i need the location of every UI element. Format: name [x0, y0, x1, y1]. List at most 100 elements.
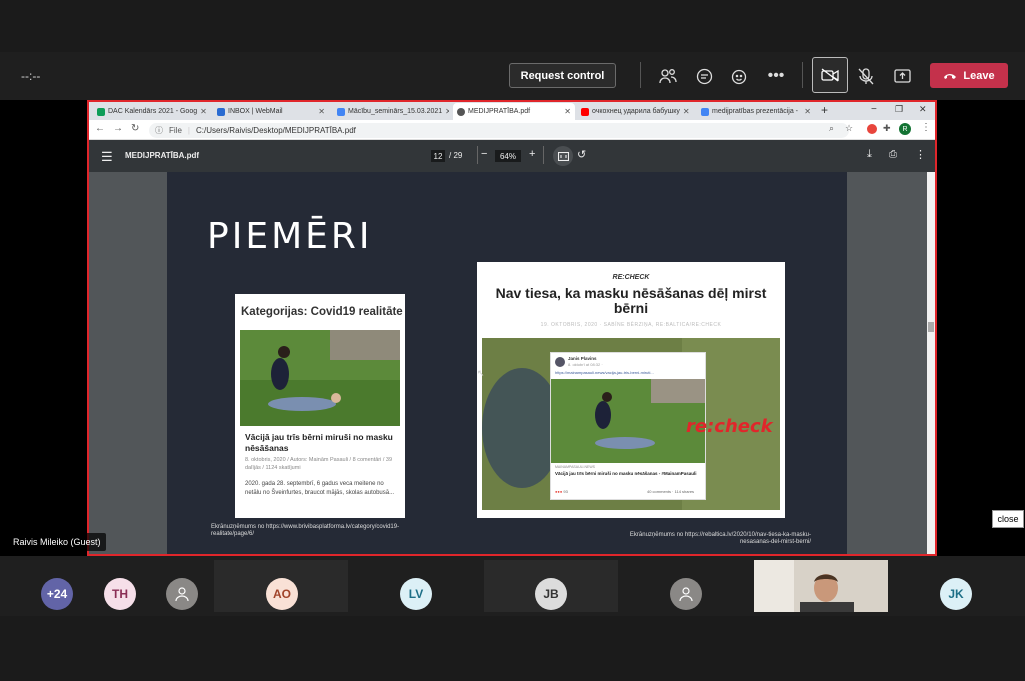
mouse-cursor-icon: ↖	[477, 368, 485, 378]
tab-close-icon[interactable]: ✕	[318, 107, 325, 116]
toolbar-divider	[477, 146, 478, 164]
phone-hangup-icon	[944, 73, 957, 79]
sheets-icon	[97, 107, 105, 116]
participant-avatar[interactable]: AO	[266, 578, 298, 610]
page-number-input[interactable]: 12	[431, 150, 445, 162]
news-photo-left	[240, 330, 400, 426]
tab-close-icon[interactable]: ✕	[683, 107, 690, 116]
url-input[interactable]: ⓘ File | C:/Users/Raivis/Desktop/MEDIJPR…	[149, 123, 849, 138]
slide-heading: PIEMĒRI	[207, 216, 373, 257]
minimize-icon[interactable]: −	[871, 104, 877, 115]
tab-label: DAC Kalendārs 2021 - Goog	[108, 108, 198, 115]
participant-avatar[interactable]: TH	[104, 578, 136, 610]
pdf-scrollbar[interactable]	[927, 172, 935, 554]
toolbar-divider	[802, 62, 803, 88]
article-headline-right: Nav tiesa, ka masku nēsāšanas dēļ mirst …	[495, 285, 767, 316]
leave-button[interactable]: Leave	[930, 63, 1008, 88]
bookmark-star-icon[interactable]: ☆	[845, 123, 853, 134]
reactions-icon[interactable]	[728, 64, 752, 88]
tab-label: Mācību_seminārs_15.03.2021	[348, 108, 443, 115]
reload-icon[interactable]: ↻	[131, 123, 139, 134]
rotate-icon[interactable]: ↺	[577, 148, 586, 161]
zoom-in-button[interactable]: +	[529, 148, 535, 160]
category-title: Kategorijas: Covid19 realitāte	[241, 306, 403, 318]
post-link: https://mainampasauli.news/vacija-jau-tr…	[555, 370, 654, 375]
tab-label: MEDIJPRATĪBA.pdf	[468, 108, 531, 115]
post-author: Janis Plavins	[568, 356, 597, 361]
post-time: 8. oktobrī at 08:32 ·	[568, 362, 603, 367]
presenter-name-label: Raivis Mileiko (Guest)	[8, 533, 106, 551]
tab-3[interactable]: Mācību_seminārs_15.03.2021✕	[333, 103, 449, 120]
tab-2[interactable]: INBOX | WebMail ✕	[213, 103, 329, 120]
info-icon: ⓘ	[155, 126, 163, 135]
participant-avatar[interactable]: LV	[400, 578, 432, 610]
article-byline: 19. OKTOBRIS, 2020 · SABĪNE BĒRZIŅA, RE:…	[540, 322, 722, 328]
participant-avatar[interactable]: JB	[535, 578, 567, 610]
more-options-icon[interactable]: •••	[764, 64, 788, 88]
pdf-toolbar: ☰ MEDIJPRATĪBA.pdf 12 / 29 − 64% + ↺ ⤓ ⎙…	[89, 140, 935, 172]
tab-4-active[interactable]: MEDIJPRATĪBA.pdf ✕	[453, 103, 575, 120]
facebook-screenshot-image: Janis Plavins 8. oktobrī at 08:32 · http…	[482, 338, 780, 510]
tab-close-icon[interactable]: ✕	[200, 107, 207, 116]
forward-icon[interactable]: →	[113, 123, 123, 134]
chat-icon[interactable]	[692, 64, 716, 88]
participants-icon[interactable]	[656, 64, 680, 88]
tab-label: medijpratības prezentācija -	[712, 108, 798, 115]
tab-label: INBOX | WebMail	[228, 108, 283, 115]
pdf-filename: MEDIJPRATĪBA.pdf	[125, 151, 200, 160]
post-text: Vācijā jau trīs bērni miruši no masku nē…	[555, 471, 697, 476]
brand-label: RE:CHECK	[612, 274, 650, 281]
screenshot-card-left: Kategorijas: Covid19 realitāte Vācijā ja…	[235, 294, 405, 518]
page-total: / 29	[449, 151, 463, 160]
participant-avatar[interactable]	[166, 578, 198, 610]
globe-icon	[457, 107, 465, 116]
search-icon[interactable]: ⌕	[829, 123, 834, 134]
maximize-icon[interactable]: ❐	[895, 104, 903, 115]
hamburger-menu-icon[interactable]: ☰	[101, 149, 113, 165]
print-icon[interactable]: ⎙	[889, 149, 897, 160]
shared-browser-window[interactable]: DAC Kalendārs 2021 - Goog ✕ INBOX | WebMa…	[87, 100, 937, 556]
tab-5[interactable]: очкохнец ударила бабушку ✕	[577, 103, 693, 120]
participant-avatar[interactable]: JK	[940, 578, 972, 610]
slides-icon	[701, 107, 709, 116]
profile-avatar[interactable]: R	[899, 123, 911, 135]
fit-page-icon[interactable]	[553, 146, 573, 166]
window-close-icon[interactable]: ✕	[919, 104, 927, 115]
source-caption-right: Ekrānuzņēmums no https://rebaltica.lv/20…	[629, 532, 811, 545]
pdf-more-icon[interactable]: ⋮	[915, 148, 926, 161]
scrollbar-thumb[interactable]	[928, 322, 934, 332]
person-icon	[679, 587, 693, 602]
tab-1[interactable]: DAC Kalendārs 2021 - Goog ✕	[93, 103, 209, 120]
bottom-area	[0, 616, 1025, 681]
recheck-stamp: re:check	[686, 416, 773, 437]
leave-label: Leave	[963, 69, 995, 82]
facebook-post: Janis Plavins 8. oktobrī at 08:32 · http…	[550, 352, 706, 500]
article-headline-left: Vācijā jau trīs bērni miruši no masku nē…	[245, 432, 393, 453]
camera-off-button[interactable]	[812, 57, 848, 93]
browser-menu-icon[interactable]: ⋮	[921, 122, 931, 133]
reaction-count: 93	[563, 489, 568, 494]
puzzle-icon[interactable]: ✚	[883, 123, 891, 134]
new-tab-button[interactable]: +	[821, 103, 828, 117]
youtube-icon	[581, 107, 589, 116]
post-photo	[551, 379, 705, 463]
toolbar-divider	[543, 146, 544, 164]
screenshot-card-right: RE:CHECK Nav tiesa, ka masku nēsāšanas d…	[477, 262, 785, 518]
zoom-out-button[interactable]: −	[481, 148, 487, 160]
mic-off-icon[interactable]	[854, 64, 878, 88]
participant-avatar[interactable]	[670, 578, 702, 610]
post-reactions: ●●● 93	[555, 489, 568, 494]
close-tooltip: close	[992, 510, 1024, 528]
extension-icon[interactable]	[867, 124, 877, 134]
back-icon[interactable]: ←	[95, 123, 105, 134]
share-tray-icon[interactable]	[890, 64, 914, 88]
title-strip	[0, 0, 1025, 52]
participant-overflow-avatar[interactable]: +24	[41, 578, 73, 610]
tab-close-icon[interactable]: ✕	[804, 107, 811, 116]
tab-close-icon[interactable]: ✕	[445, 107, 449, 116]
zoom-input[interactable]: 64%	[495, 150, 521, 162]
download-icon[interactable]: ⤓	[867, 148, 872, 161]
request-control-button[interactable]: Request control	[509, 63, 616, 88]
tab-6[interactable]: medijpratības prezentācija - ✕	[697, 103, 815, 120]
tab-close-icon[interactable]: ✕	[564, 107, 571, 116]
